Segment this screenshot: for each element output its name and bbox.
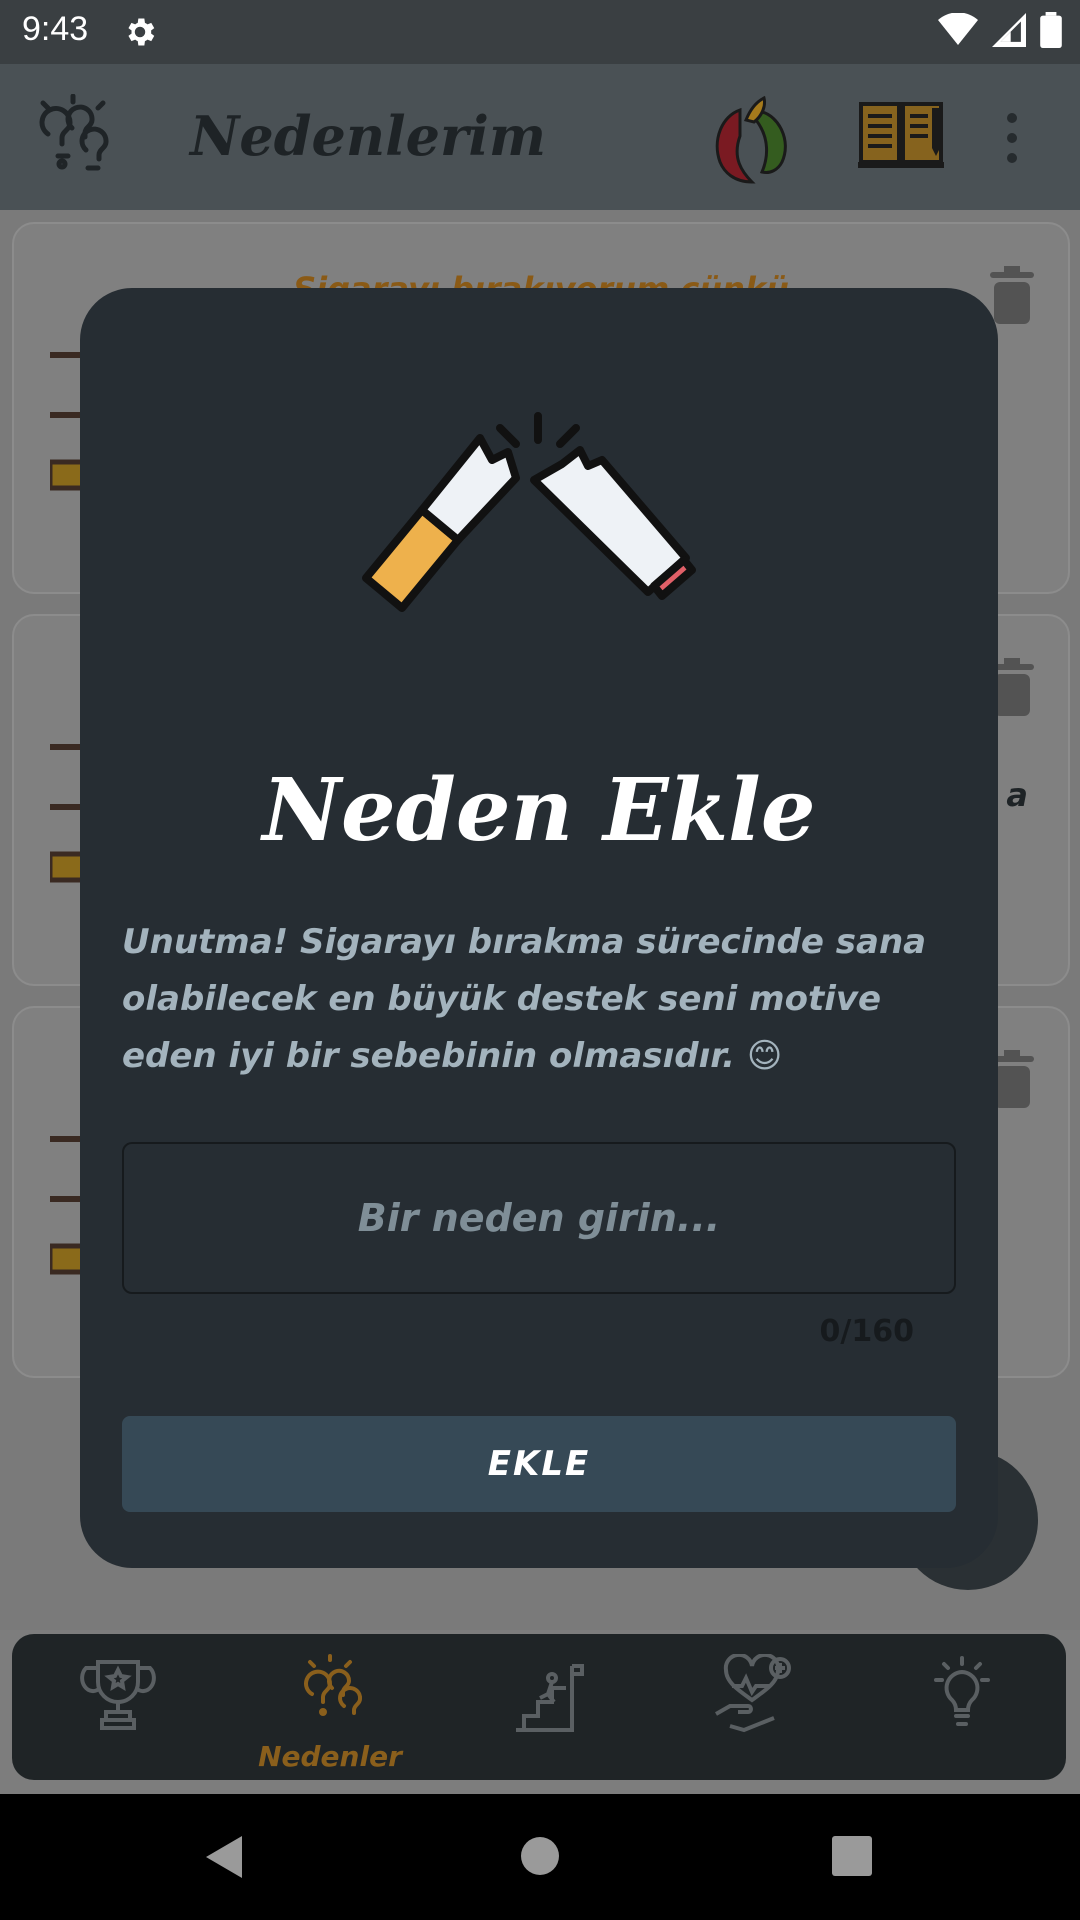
add-button[interactable]: EKLE xyxy=(122,1416,956,1512)
nav-item-reasons[interactable]: Nedenler xyxy=(258,1654,402,1773)
nav-item-progress[interactable] xyxy=(480,1654,600,1764)
status-time: 9:43 xyxy=(22,10,89,48)
trash-icon[interactable] xyxy=(990,266,1034,324)
broken-cigarette-icon xyxy=(362,412,696,612)
health-hand-icon xyxy=(715,1652,791,1733)
lightbulb-icon xyxy=(934,1656,990,1726)
cell-signal-icon xyxy=(992,13,1026,47)
settings-gear-icon xyxy=(128,18,155,46)
home-icon[interactable] xyxy=(520,1836,560,1876)
system-nav-bar xyxy=(0,1794,1080,1920)
dialog-title: Neden Ekle xyxy=(262,760,816,861)
card-text: a xyxy=(1006,776,1028,814)
reason-input[interactable] xyxy=(122,1142,956,1294)
brain-ideas-icon xyxy=(304,1654,363,1716)
battery-icon xyxy=(1040,12,1062,48)
book-icon[interactable] xyxy=(858,100,944,170)
bottom-nav: Nedenler xyxy=(12,1634,1066,1780)
more-vert-icon[interactable] xyxy=(1000,108,1024,168)
page-title: Nedenlerim xyxy=(190,104,547,168)
nav-item-achievements[interactable] xyxy=(58,1654,178,1764)
nav-item-tips[interactable] xyxy=(902,1654,1022,1764)
recents-icon[interactable] xyxy=(832,1836,872,1876)
peppers-icon[interactable] xyxy=(710,90,796,184)
app-bar: Nedenlerim xyxy=(0,64,1080,210)
add-reason-dialog: Neden Ekle Unutma! Sigarayı bırakma süre… xyxy=(80,288,998,1568)
nav-item-health[interactable] xyxy=(692,1652,812,1764)
dialog-message: Unutma! Sigarayı bırakma sürecinde sana … xyxy=(122,922,927,1076)
back-icon[interactable] xyxy=(204,1834,244,1880)
brain-ideas-icon xyxy=(39,94,109,171)
trophy-icon xyxy=(80,1660,156,1730)
nav-label-reasons: Nedenler xyxy=(258,1740,402,1773)
wifi-icon xyxy=(938,13,978,45)
climb-progress-icon xyxy=(516,1664,584,1732)
status-bar: 9:43 xyxy=(0,0,1080,64)
char-counter: 0/160 xyxy=(819,1314,914,1349)
